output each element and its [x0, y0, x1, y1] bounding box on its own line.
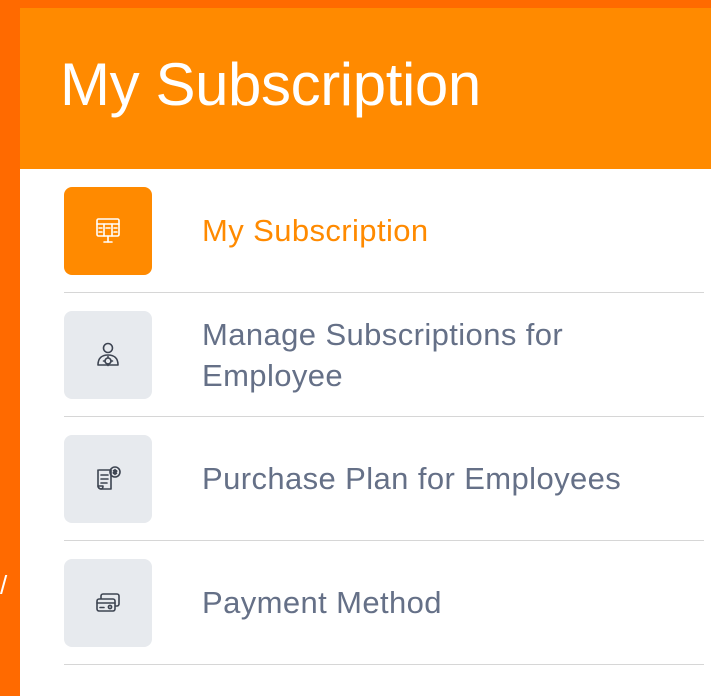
panel-header: My Subscription [20, 8, 711, 169]
menu-item-purchase-plan[interactable]: Purchase Plan for Employees [64, 417, 704, 541]
purchase-plan-icon [64, 434, 152, 523]
menu-item-label: Purchase Plan for Employees [202, 461, 622, 496]
edge-glyph: / [0, 570, 8, 600]
menu-item-label: Payment Method [202, 585, 442, 620]
subscription-menu: My Subscription Manage Subscriptions for… [64, 169, 704, 665]
menu-item-my-subscription[interactable]: My Subscription [64, 169, 704, 293]
menu-item-payment-method[interactable]: Payment Method [64, 541, 704, 665]
menu-item-label: Manage Subscriptions for Employee [202, 316, 564, 393]
menu-item-manage-subscriptions[interactable]: Manage Subscriptions for Employee [64, 293, 704, 417]
subscription-icon [64, 186, 152, 275]
employee-settings-icon [64, 310, 152, 399]
payment-card-icon [64, 558, 152, 647]
menu-item-label: My Subscription [202, 213, 429, 248]
subscription-panel: My Subscription My Subscription Manage S… [20, 8, 711, 696]
panel-title: My Subscription [60, 51, 481, 118]
